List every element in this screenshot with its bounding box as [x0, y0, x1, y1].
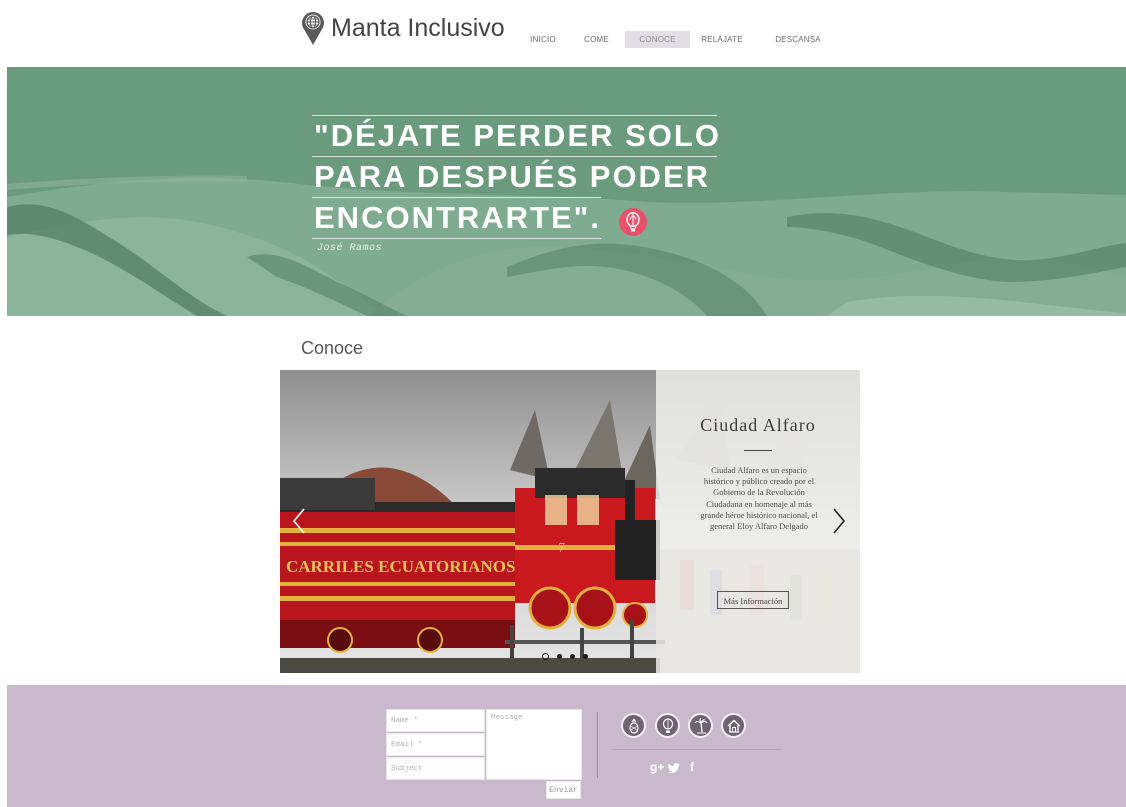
quote-author: José Ramos — [317, 243, 383, 254]
footer-divider — [597, 712, 598, 778]
quote-line-3: ENCONTRARTE". — [312, 197, 601, 239]
logo[interactable]: Manta Inclusivo — [301, 10, 505, 46]
email-field[interactable] — [386, 733, 485, 756]
image-slider[interactable]: CARRILES ECUATORIANOS 7 Ciudad Alfaro Ci… — [280, 370, 860, 673]
logo-text: Manta Inclusivo — [331, 13, 505, 42]
slide-dot-2[interactable] — [557, 654, 562, 659]
twitter-icon[interactable] — [668, 762, 680, 774]
main-nav: INICIO COME CONOCE RELÁJATE DESCANSA — [518, 31, 842, 48]
pineapple-icon[interactable] — [621, 713, 646, 738]
google-plus-icon[interactable]: g+ — [650, 761, 664, 773]
slide-dot-3[interactable] — [570, 654, 575, 659]
engine-number: 7 — [558, 541, 565, 556]
globe-pin-icon — [302, 12, 324, 46]
more-info-button[interactable]: Más Información — [717, 591, 789, 609]
nav-item-conoce[interactable]: CONOCE — [625, 31, 690, 48]
nav-item-relajate[interactable]: RELÁJATE — [690, 31, 754, 48]
name-field[interactable] — [386, 709, 485, 732]
section-title: Conoce — [301, 338, 364, 358]
slide-dot-1[interactable] — [542, 653, 549, 660]
quote-line-2: PARA DESPUÉS PODER — [312, 156, 717, 197]
facebook-icon[interactable]: f — [690, 761, 694, 773]
slide-title: Ciudad Alfaro — [700, 415, 816, 435]
send-button[interactable]: Enviar — [546, 781, 581, 799]
site-header: Manta Inclusivo INICIO COME CONOCE RELÁJ… — [0, 0, 1126, 67]
nav-item-descansa[interactable]: DESCANSA — [754, 31, 842, 48]
chevron-left-icon[interactable] — [292, 508, 306, 534]
hero-quote: "DÉJATE PERDER SOLO PARA DESPUÉS PODER E… — [312, 115, 719, 239]
palm-tree-icon[interactable] — [688, 713, 713, 738]
quote-line-1: "DÉJATE PERDER SOLO — [312, 115, 719, 156]
site-footer: Enviar g+ f — [7, 685, 1126, 807]
hot-air-balloon-icon — [619, 208, 647, 236]
hot-air-balloon-icon[interactable] — [655, 713, 680, 738]
subject-field[interactable] — [386, 757, 485, 780]
slide-dot-4[interactable] — [583, 654, 588, 659]
title-divider — [744, 450, 772, 451]
house-icon[interactable] — [721, 713, 746, 738]
train-car-text: CARRILES ECUATORIANOS — [286, 557, 515, 576]
hero-banner: "DÉJATE PERDER SOLO PARA DESPUÉS PODER E… — [7, 67, 1126, 316]
footer-hdivider — [612, 749, 781, 750]
message-field[interactable] — [486, 709, 582, 780]
slide-dots — [542, 653, 588, 660]
chevron-right-icon[interactable] — [832, 508, 846, 534]
nav-item-come[interactable]: COME — [568, 31, 625, 48]
nav-item-inicio[interactable]: INICIO — [518, 31, 568, 48]
slide-description: Ciudad Alfaro es un espacio histórico y … — [700, 465, 818, 532]
slide-info-panel: Ciudad Alfaro Ciudad Alfaro es un espaci… — [656, 370, 860, 673]
